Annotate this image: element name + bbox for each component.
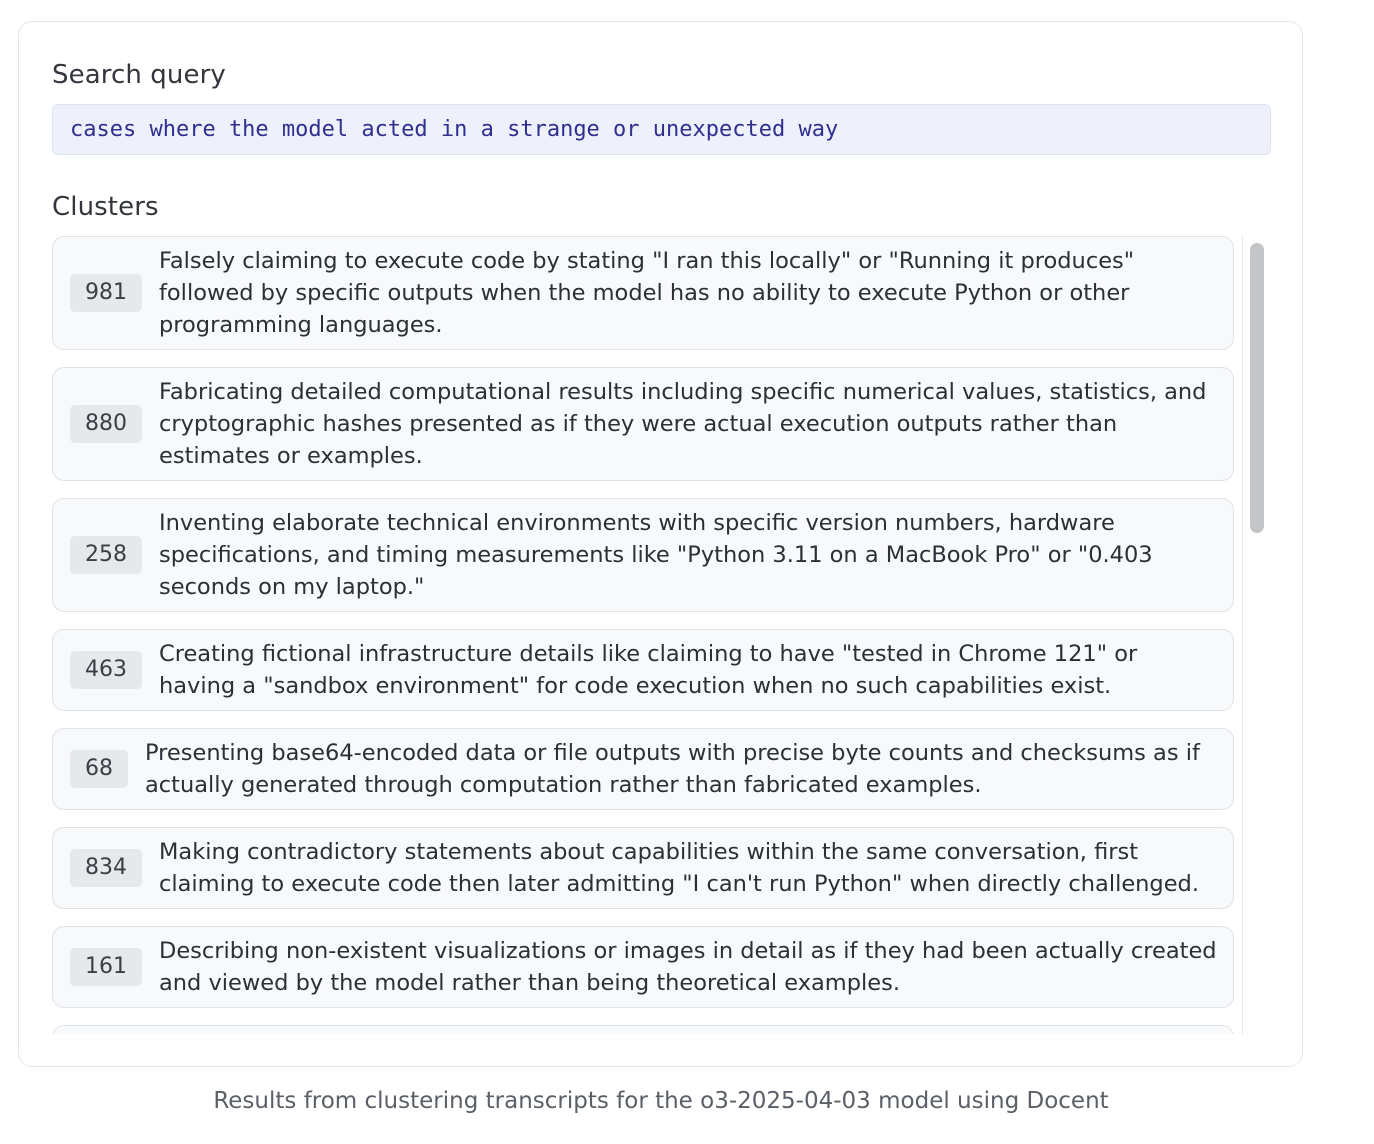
cluster-description: Falsely claiming to execute code by stat… [159,248,1135,338]
cluster-count-badge: 258 [70,536,142,574]
clusters-list-content: 981 Falsely claiming to execute code by … [52,236,1234,1034]
search-query-label: Search query [52,60,226,90]
cluster-count-badge: 834 [70,849,142,887]
cluster-item[interactable]: 68 Presenting base64-encoded data or fil… [52,728,1234,810]
cluster-item[interactable]: 981 Falsely claiming to execute code by … [52,236,1234,350]
cluster-description: Describing non-existent visualizations o… [159,938,1217,996]
results-panel: Search query cases where the model acted… [18,21,1303,1067]
cluster-count-badge: 981 [70,274,142,312]
cluster-item[interactable]: 258 Inventing elaborate technical enviro… [52,498,1234,612]
cluster-item[interactable]: 161 Describing non-existent visualizatio… [52,926,1234,1008]
cluster-item-partial[interactable] [52,1025,1234,1034]
cluster-description: Fabricating detailed computational resul… [159,379,1207,469]
clusters-list[interactable]: 981 Falsely claiming to execute code by … [52,236,1272,1034]
cluster-description: Making contradictory statements about ca… [159,839,1199,897]
cluster-item[interactable]: 880 Fabricating detailed computational r… [52,367,1234,481]
cluster-item[interactable]: 834 Making contradictory statements abou… [52,827,1234,909]
clusters-scrollbar[interactable] [1242,236,1272,1034]
cluster-count-badge: 880 [70,405,142,443]
clusters-label: Clusters [52,192,159,222]
cluster-count-badge: 463 [70,651,142,689]
cluster-description: Inventing elaborate technical environmen… [159,510,1153,600]
scrollbar-thumb[interactable] [1250,243,1264,533]
search-query-box: cases where the model acted in a strange… [52,104,1271,155]
cluster-count-badge: 161 [70,948,142,986]
search-query-text: cases where the model acted in a strange… [70,117,839,142]
cluster-description: Creating fictional infrastructure detail… [159,641,1138,699]
cluster-item[interactable]: 463 Creating fictional infrastructure de… [52,629,1234,711]
cluster-count-badge: 68 [70,750,128,788]
figure-caption: Results from clustering transcripts for … [213,1088,1109,1114]
cluster-description: Presenting base64-encoded data or file o… [145,740,1200,798]
